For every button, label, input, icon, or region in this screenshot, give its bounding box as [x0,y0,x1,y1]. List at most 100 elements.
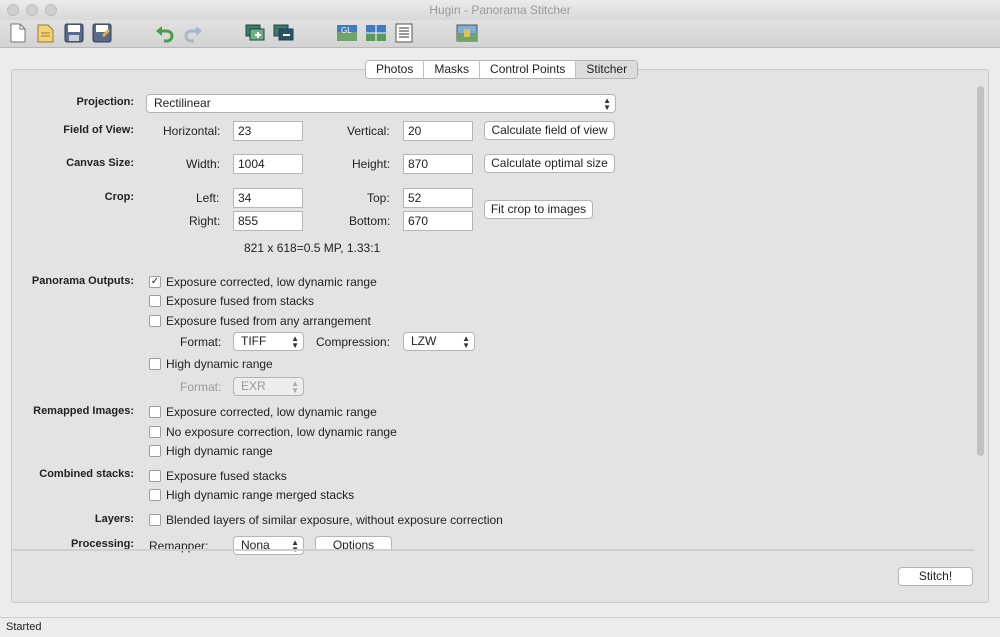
preview-panorama-icon[interactable] [365,22,387,44]
remapped-no-correction-checkbox[interactable]: No exposure correction, low dynamic rang… [149,425,397,439]
title-bar: Hugin - Panorama Stitcher [0,0,1000,20]
calculate-fov-button[interactable]: Calculate field of view [484,121,615,140]
crop-top-label: Top: [367,191,390,205]
gl-preview-icon[interactable]: GL [336,22,358,44]
canvas-size-label: Canvas Size: [66,157,134,169]
checkbox-icon [149,489,161,501]
checkbox-icon [149,426,161,438]
format-value: TIFF [241,334,267,348]
panorama-outputs-label: Panorama Outputs: [31,275,134,287]
window-title: Hugin - Panorama Stitcher [429,3,571,17]
calculate-optimal-size-button[interactable]: Calculate optimal size [484,154,615,173]
output-ldr-checkbox[interactable]: ✓ Exposure corrected, low dynamic range [149,275,377,289]
scrollbar-thumb[interactable] [977,86,984,456]
checkbox-icon [149,315,161,327]
checkbox-label: Exposure corrected, low dynamic range [166,275,377,289]
checkbox-label: Exposure corrected, low dynamic range [166,405,377,419]
select-arrows-icon: ▲▼ [291,379,299,395]
height-label: Height: [352,157,391,171]
select-arrows-icon: ▲▼ [462,334,470,350]
crop-label: Crop: [104,191,134,203]
crop-info-text: 821 x 618=0.5 MP, 1.33:1 [244,241,381,255]
checkbox-label: No exposure correction, low dynamic rang… [166,425,397,439]
toolbar: GL [0,20,1000,48]
checkbox-label: High dynamic range [166,357,273,371]
checkbox-label: Exposure fused from stacks [166,294,315,308]
control-points-table-icon[interactable] [393,22,415,44]
compression-select[interactable]: LZW ▲ ▼ [403,332,475,351]
checkbox-label: High dynamic range [166,444,273,458]
minimize-window-icon[interactable] [26,4,38,16]
checkbox-icon [149,445,161,457]
crop-right-field[interactable]: 855 [233,211,303,231]
redo-icon[interactable] [182,22,204,44]
checkbox-icon [149,406,161,418]
save-icon[interactable] [63,22,85,44]
stacks-fused-checkbox[interactable]: Exposure fused stacks [149,469,287,483]
checkbox-icon [149,470,161,482]
compression-value: LZW [411,334,437,348]
remapper-select[interactable]: Nona ▲▼ [233,536,304,555]
new-project-icon[interactable] [7,22,29,44]
combined-stacks-label: Combined stacks: [39,468,134,480]
layers-blended-checkbox[interactable]: Blended layers of similar exposure, with… [149,513,503,527]
select-arrows-icon: ▲▼ [291,334,299,350]
vertical-label: Vertical: [347,124,390,138]
vertical-fov-field[interactable]: 20 [403,121,473,141]
crop-top-field[interactable]: 52 [403,188,473,208]
add-images-icon[interactable] [245,22,267,44]
tab-masks[interactable]: Masks [424,61,481,78]
svg-text:GL: GL [341,26,352,35]
output-fused-any-checkbox[interactable]: Exposure fused from any arrangement [149,314,371,328]
crop-bottom-label: Bottom: [349,214,391,228]
checkbox-icon [149,358,161,370]
remapped-ldr-checkbox[interactable]: Exposure corrected, low dynamic range [149,405,377,419]
tab-stitcher[interactable]: Stitcher [576,61,638,78]
open-project-icon[interactable] [35,22,57,44]
tab-photos[interactable]: Photos [366,61,425,78]
hdr-format-label: Format: [180,380,222,394]
layers-label: Layers: [94,513,134,525]
canvas-height-field[interactable]: 870 [403,154,473,174]
tab-bar: Photos Masks Control Points Stitcher [365,60,639,79]
fov-label: Field of View: [63,124,134,136]
canvas-width-field[interactable]: 1004 [233,154,303,174]
tab-control-points[interactable]: Control Points [480,61,577,78]
checkbox-label: Exposure fused from any arrangement [166,314,371,328]
checkbox-icon [149,295,161,307]
panel-separator [12,549,974,551]
horizontal-fov-field[interactable]: 23 [233,121,303,141]
layout-icon[interactable] [456,22,478,44]
remapped-hdr-checkbox[interactable]: High dynamic range [149,444,273,458]
checkbox-label: Exposure fused stacks [166,469,287,483]
checkbox-label: High dynamic range merged stacks [166,488,355,502]
add-images-series-icon[interactable] [273,22,295,44]
zoom-window-icon[interactable] [45,4,57,16]
crop-left-field[interactable]: 34 [233,188,303,208]
hdr-format-value: EXR [241,379,266,393]
status-bar: Started [0,617,1000,637]
output-hdr-checkbox[interactable]: High dynamic range [149,357,273,371]
projection-label: Projection: [76,96,134,108]
select-arrows-icon: ▲▼ [603,96,611,112]
width-label: Width: [186,157,221,171]
fit-crop-button[interactable]: Fit crop to images [484,200,593,219]
format-label: Format: [180,335,222,349]
horizontal-label: Horizontal: [163,124,221,138]
stacks-hdr-checkbox[interactable]: High dynamic range merged stacks [149,488,354,502]
crop-bottom-field[interactable]: 670 [403,211,473,231]
compression-label: Compression: [316,335,391,349]
crop-right-label: Right: [189,214,221,228]
undo-icon[interactable] [154,22,176,44]
save-as-icon[interactable] [91,22,113,44]
remapped-images-label: Remapped Images: [33,405,134,417]
checkbox-icon [149,514,161,526]
projection-select[interactable]: Rectilinear ▲ ▼ [146,94,616,113]
options-button[interactable]: Options [315,536,392,549]
stitch-button[interactable]: Stitch! [898,567,973,586]
output-fused-stacks-checkbox[interactable]: Exposure fused from stacks [149,294,314,308]
status-text: Started [6,621,42,633]
format-select[interactable]: TIFF ▲ ▼ [233,332,304,351]
checkbox-label: Blended layers of similar exposure, with… [166,513,503,527]
close-window-icon[interactable] [7,4,19,16]
